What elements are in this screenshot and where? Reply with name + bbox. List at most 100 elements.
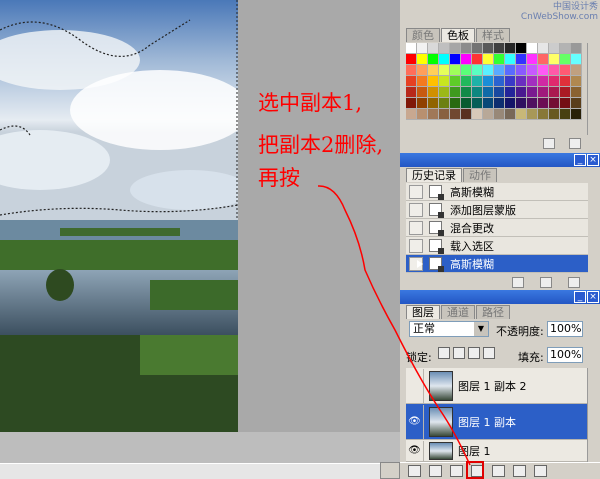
color-swatch[interactable] xyxy=(483,76,494,87)
color-swatch[interactable] xyxy=(439,87,450,98)
link-icon[interactable] xyxy=(408,465,421,477)
lock-transparency-icon[interactable] xyxy=(438,347,450,359)
lock-all-icon[interactable] xyxy=(483,347,495,359)
snapshot-checkbox[interactable] xyxy=(409,220,423,235)
color-swatch[interactable] xyxy=(527,65,538,76)
color-swatch[interactable] xyxy=(406,87,417,98)
color-swatch[interactable] xyxy=(538,54,549,65)
color-swatch[interactable] xyxy=(417,87,428,98)
layer-mask-icon[interactable] xyxy=(450,465,463,477)
color-swatch[interactable] xyxy=(516,43,527,54)
tab-actions[interactable]: 动作 xyxy=(463,168,497,182)
snapshot-checkbox[interactable] xyxy=(409,202,423,217)
color-swatch[interactable] xyxy=(538,87,549,98)
history-item[interactable]: 添加图层蒙版 xyxy=(406,201,588,219)
color-swatch[interactable] xyxy=(516,54,527,65)
color-swatch[interactable] xyxy=(461,65,472,76)
color-swatch[interactable] xyxy=(527,98,538,109)
color-swatch[interactable] xyxy=(472,87,483,98)
color-swatch[interactable] xyxy=(450,43,461,54)
color-swatch[interactable] xyxy=(417,98,428,109)
minimize-icon[interactable]: _ xyxy=(574,154,586,166)
color-swatch[interactable] xyxy=(472,109,483,120)
color-swatch[interactable] xyxy=(538,98,549,109)
lock-position-icon[interactable] xyxy=(468,347,480,359)
color-swatch[interactable] xyxy=(406,109,417,120)
tab-color[interactable]: 颜色 xyxy=(406,28,440,42)
color-swatch[interactable] xyxy=(516,109,527,120)
swatch-scrollbar[interactable] xyxy=(587,43,598,135)
color-swatch[interactable] xyxy=(461,98,472,109)
color-swatch[interactable] xyxy=(494,65,505,76)
color-swatch[interactable] xyxy=(417,76,428,87)
color-swatch[interactable] xyxy=(549,98,560,109)
history-item-active[interactable]: 高斯模糊 xyxy=(406,255,588,273)
color-swatch[interactable] xyxy=(450,54,461,65)
color-swatch[interactable] xyxy=(538,65,549,76)
color-swatch[interactable] xyxy=(560,76,571,87)
history-item[interactable]: 载入选区 xyxy=(406,237,588,255)
color-swatch[interactable] xyxy=(417,54,428,65)
color-swatch[interactable] xyxy=(571,98,582,109)
history-item[interactable]: 高斯模糊 xyxy=(406,183,588,201)
close-icon[interactable]: × xyxy=(587,291,599,303)
color-swatch[interactable] xyxy=(494,76,505,87)
color-swatch[interactable] xyxy=(571,54,582,65)
color-swatch[interactable] xyxy=(571,65,582,76)
color-swatch[interactable] xyxy=(472,43,483,54)
tab-paths[interactable]: 路径 xyxy=(476,305,510,319)
color-swatch[interactable] xyxy=(461,54,472,65)
color-swatch[interactable] xyxy=(505,87,516,98)
color-swatch[interactable] xyxy=(428,43,439,54)
color-swatch[interactable] xyxy=(527,43,538,54)
color-swatch[interactable] xyxy=(483,109,494,120)
layer-row[interactable]: 图层 1 副本 2 xyxy=(406,368,588,404)
camera-icon[interactable] xyxy=(540,277,552,288)
layers-scrollbar[interactable] xyxy=(587,368,598,462)
color-swatch[interactable] xyxy=(571,87,582,98)
layer-set-icon[interactable] xyxy=(492,465,505,477)
color-swatch[interactable] xyxy=(428,54,439,65)
color-swatch[interactable] xyxy=(538,109,549,120)
history-titlebar[interactable]: _ × xyxy=(400,153,600,167)
color-swatch[interactable] xyxy=(428,98,439,109)
color-swatch[interactable] xyxy=(439,109,450,120)
scrollbar[interactable] xyxy=(380,462,400,479)
color-swatch[interactable] xyxy=(560,98,571,109)
color-swatch[interactable] xyxy=(439,98,450,109)
chevron-down-icon[interactable]: ▼ xyxy=(474,322,488,336)
color-swatch[interactable] xyxy=(527,76,538,87)
new-swatch-icon[interactable] xyxy=(543,138,555,149)
color-swatch[interactable] xyxy=(494,109,505,120)
color-swatch[interactable] xyxy=(560,87,571,98)
minimize-icon[interactable]: _ xyxy=(574,291,586,303)
color-swatch[interactable] xyxy=(417,43,428,54)
fill-input[interactable]: 100% xyxy=(547,347,583,363)
color-swatch[interactable] xyxy=(461,87,472,98)
color-swatch[interactable] xyxy=(527,54,538,65)
color-swatch[interactable] xyxy=(450,87,461,98)
color-swatch[interactable] xyxy=(406,43,417,54)
color-swatch[interactable] xyxy=(549,87,560,98)
snapshot-checkbox[interactable] xyxy=(409,238,423,253)
color-swatch[interactable] xyxy=(505,109,516,120)
color-swatch[interactable] xyxy=(505,43,516,54)
color-swatch[interactable] xyxy=(428,87,439,98)
canvas-area[interactable] xyxy=(0,0,400,479)
color-swatch[interactable] xyxy=(516,98,527,109)
color-swatch[interactable] xyxy=(483,98,494,109)
color-swatch[interactable] xyxy=(428,76,439,87)
tab-history[interactable]: 历史记录 xyxy=(406,168,462,182)
eye-icon[interactable]: 👁 xyxy=(406,404,424,439)
color-swatch[interactable] xyxy=(571,76,582,87)
color-swatch[interactable] xyxy=(439,43,450,54)
trash-icon[interactable] xyxy=(534,465,547,477)
color-swatch[interactable] xyxy=(406,65,417,76)
color-swatch[interactable] xyxy=(560,43,571,54)
color-swatch[interactable] xyxy=(483,65,494,76)
color-swatch[interactable] xyxy=(439,54,450,65)
close-icon[interactable]: × xyxy=(587,154,599,166)
color-swatch[interactable] xyxy=(406,76,417,87)
color-swatch[interactable] xyxy=(428,65,439,76)
color-swatch[interactable] xyxy=(450,65,461,76)
